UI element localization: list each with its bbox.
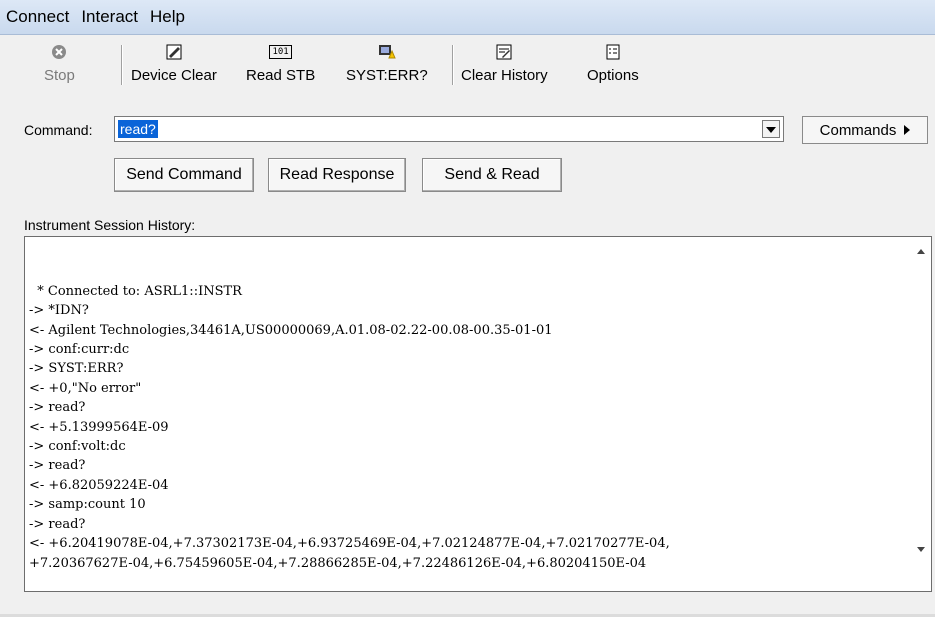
history-line: -> conf:curr:dc — [29, 342, 130, 358]
read-stb-icon: 101 — [269, 43, 292, 61]
history-text: * Connected to: ASRL1::INSTR-> *IDN?<- A… — [29, 243, 907, 591]
syst-err-button[interactable]: SYST:ERR? — [346, 43, 428, 93]
history-label: Instrument Session History: — [24, 217, 196, 233]
menu-bar: Connect Interact Help — [0, 0, 935, 35]
history-line: <- +6.20419078E-04,+7.37302173E-04,+6.93… — [29, 536, 670, 552]
command-label: Command: — [24, 122, 93, 138]
toolbar: Stop Device Clear 101 Read STB SYST:ERR?… — [0, 35, 935, 95]
history-line: <- Agilent Technologies,34461A,US0000006… — [29, 322, 553, 338]
menu-help[interactable]: Help — [144, 0, 191, 34]
command-input-value: read? — [118, 120, 158, 138]
history-line: -> conf:volt:dc — [29, 439, 126, 455]
history-line: <- +0,"No error" — [29, 380, 142, 396]
history-line: -> *IDN? — [29, 303, 89, 319]
history-line: +7.20367627E-04,+6.75459605E-04,+7.28866… — [29, 555, 647, 571]
command-dropdown-button[interactable] — [762, 120, 780, 138]
stop-icon — [51, 43, 67, 61]
options-icon — [605, 43, 621, 61]
clear-history-icon — [496, 43, 512, 61]
stop-button[interactable]: Stop — [44, 43, 75, 93]
send-command-button[interactable]: Send Command — [114, 158, 254, 192]
menu-connect[interactable]: Connect — [0, 0, 75, 34]
history-line: <- +5.13999564E-09 — [29, 419, 169, 435]
send-read-button[interactable]: Send & Read — [422, 158, 562, 192]
toolbar-separator — [121, 45, 122, 85]
history-line: -> SYST:ERR? — [29, 361, 124, 377]
device-clear-button[interactable]: Device Clear — [131, 43, 217, 93]
history-line: -> read? — [29, 458, 86, 474]
command-input[interactable]: read? — [114, 116, 784, 142]
toolbar-separator — [452, 45, 453, 85]
history-line: -> read? — [29, 400, 86, 416]
menu-interact[interactable]: Interact — [75, 0, 144, 34]
read-stb-button[interactable]: 101 Read STB — [246, 43, 315, 93]
history-line: -> read? — [29, 516, 86, 532]
chevron-right-icon — [904, 122, 911, 139]
session-history[interactable]: * Connected to: ASRL1::INSTR-> *IDN?<- A… — [24, 236, 932, 592]
history-scrollbar[interactable] — [911, 237, 931, 591]
history-line: -> samp:count 10 — [29, 497, 146, 513]
scroll-down-icon[interactable] — [911, 539, 931, 559]
chevron-down-icon — [766, 120, 776, 138]
history-line: <- +6.82059224E-04 — [29, 477, 169, 493]
history-line: * Connected to: ASRL1::INSTR — [29, 283, 242, 299]
clear-history-button[interactable]: Clear History — [461, 43, 548, 93]
device-clear-icon — [166, 43, 182, 61]
scroll-up-icon[interactable] — [911, 241, 931, 261]
options-button[interactable]: Options — [587, 43, 639, 93]
syst-err-icon — [378, 43, 396, 61]
commands-button[interactable]: Commands — [802, 116, 928, 144]
read-response-button[interactable]: Read Response — [268, 158, 406, 192]
